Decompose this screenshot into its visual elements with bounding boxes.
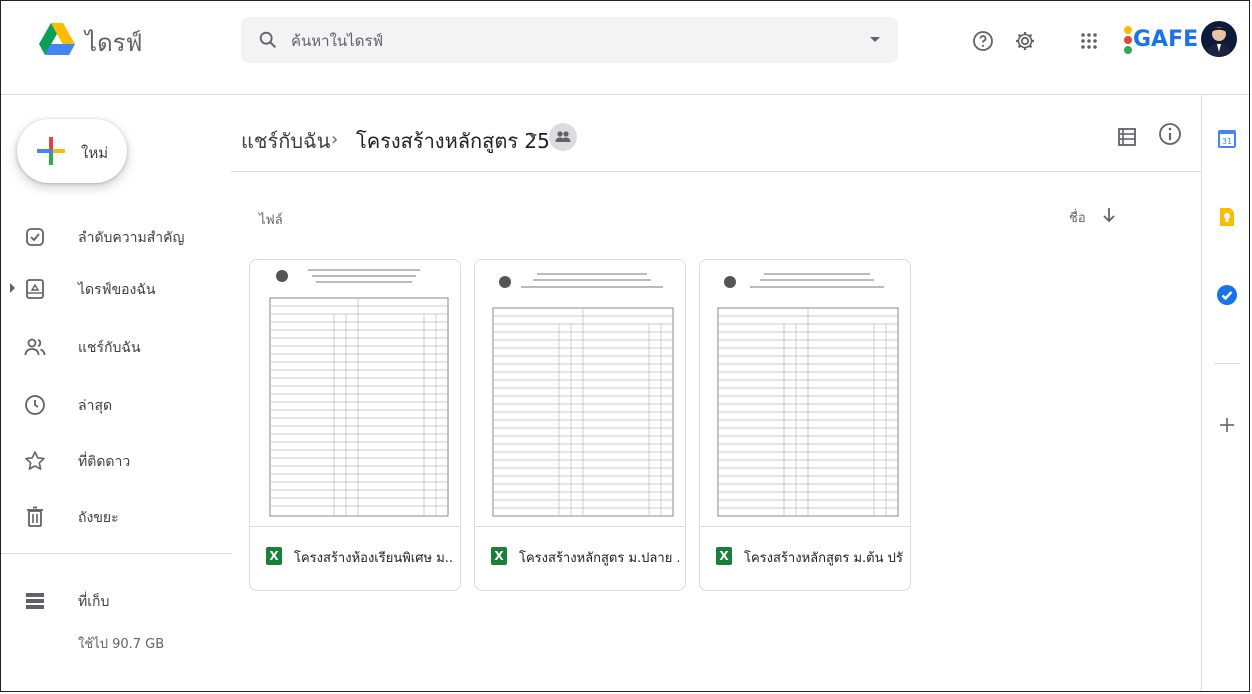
account-avatar[interactable]: [1201, 21, 1237, 57]
help-icon[interactable]: [971, 29, 995, 53]
file-thumbnail: [250, 260, 460, 526]
file-card-footer: X โครงสร้างหลักสูตร ม.ปลาย ...: [475, 526, 685, 590]
spreadsheet-preview-icon: [717, 273, 899, 517]
plus-icon: [37, 137, 65, 165]
info-icon[interactable]: [1157, 121, 1183, 147]
apps-grid-icon[interactable]: [1077, 29, 1101, 53]
search-options-icon[interactable]: [870, 37, 880, 42]
add-addon-plus-icon[interactable]: [1215, 413, 1239, 437]
sidebar-item-trash[interactable]: ถังขยะ: [1, 497, 231, 537]
sidebar-item-label: แชร์กับฉัน: [78, 340, 141, 356]
list-view-icon[interactable]: [1115, 125, 1139, 149]
shared-folder-badge[interactable]: [549, 123, 577, 151]
sidebar-item-recent[interactable]: ล่าสุด: [1, 385, 231, 425]
drive-window: ไดรฟ์ ค้นหาในไดรฟ์ GAFE ใหม่ ลำดับความสำ…: [0, 0, 1250, 692]
file-name[interactable]: โครงสร้างหลักสูตร ม.ปลาย ...: [519, 547, 679, 568]
shared-people-icon: [555, 131, 571, 142]
storage-stack-icon: [26, 593, 44, 609]
search-box[interactable]: ค้นหาในไดรฟ์: [241, 17, 898, 63]
new-button[interactable]: ใหม่: [17, 119, 127, 183]
rail-divider: [1214, 363, 1240, 364]
files-section-label: ไฟล์: [259, 213, 283, 228]
sort-by-name-button[interactable]: ชื่อ: [1069, 207, 1086, 228]
folder-menu-caret-icon[interactable]: [529, 134, 537, 139]
star-icon: [25, 451, 45, 470]
sidebar-item-priority[interactable]: ลำดับความสำคัญ: [1, 217, 231, 257]
storage-label: ที่เก็บ: [78, 594, 110, 610]
file-thumbnail: [700, 260, 910, 526]
search-input[interactable]: ค้นหาในไดรฟ์: [291, 29, 383, 53]
avatar-person-icon: [1207, 27, 1231, 57]
sheets-file-icon: X: [491, 547, 507, 565]
tasks-icon[interactable]: [1215, 283, 1239, 307]
priority-check-icon: [26, 228, 44, 246]
breadcrumb-root[interactable]: แชร์กับฉัน: [241, 125, 330, 157]
file-thumbnail: [475, 260, 685, 526]
gafe-logo-text: GAFE: [1133, 27, 1199, 52]
file-card[interactable]: X โครงสร้างห้องเรียนพิเศษ ม....: [249, 259, 461, 591]
sidebar-item-label: ไดรฟ์ของฉัน: [78, 282, 156, 298]
sidebar-item-label: ถังขยะ: [78, 510, 119, 526]
breadcrumb-current-folder[interactable]: โครงสร้างหลักสูตร 2563: [356, 125, 575, 157]
file-card[interactable]: X โครงสร้างหลักสูตร ม.ต้น ปรั...: [699, 259, 911, 591]
my-drive-icon: [26, 279, 44, 299]
svg-text:31: 31: [1222, 137, 1232, 146]
search-icon[interactable]: [257, 29, 279, 51]
sort-direction-arrow-icon[interactable]: [1099, 205, 1119, 225]
toolbar-divider: [231, 171, 1201, 172]
sidebar-item-label: ลำดับความสำคัญ: [78, 230, 185, 246]
file-card[interactable]: X โครงสร้างหลักสูตร ม.ปลาย ...: [474, 259, 686, 591]
drive-logo-icon[interactable]: [39, 23, 75, 55]
spreadsheet-preview-icon: [492, 273, 674, 517]
expand-arrow-icon[interactable]: [10, 283, 15, 293]
gafe-logo[interactable]: GAFE: [1117, 21, 1198, 61]
sidebar-item-storage[interactable]: ที่เก็บ: [1, 581, 231, 621]
side-panel-rail: 31: [1201, 95, 1249, 691]
trash-icon: [27, 506, 43, 527]
file-name[interactable]: โครงสร้างหลักสูตร ม.ต้น ปรั...: [744, 547, 904, 568]
sidebar-item-shared[interactable]: แชร์กับฉัน: [1, 327, 231, 367]
shared-people-icon: [24, 338, 46, 356]
file-card-footer: X โครงสร้างห้องเรียนพิเศษ ม....: [250, 526, 460, 590]
top-bar: ไดรฟ์ ค้นหาในไดรฟ์ GAFE: [1, 1, 1249, 95]
sidebar-item-my-drive[interactable]: ไดรฟ์ของฉัน: [1, 269, 231, 309]
sheets-file-icon: X: [716, 547, 732, 565]
spreadsheet-preview-icon: [269, 269, 449, 517]
clock-icon: [25, 395, 45, 415]
file-card-footer: X โครงสร้างหลักสูตร ม.ต้น ปรั...: [700, 526, 910, 590]
breadcrumb-separator: ›: [331, 129, 339, 150]
app-name[interactable]: ไดรฟ์: [85, 23, 143, 62]
sidebar-item-label: ล่าสุด: [78, 398, 113, 414]
sheets-file-icon: X: [266, 547, 282, 565]
sidebar-item-starred[interactable]: ที่ติดดาว: [1, 441, 231, 481]
keep-icon[interactable]: [1215, 205, 1239, 229]
sidebar-divider: [1, 553, 231, 554]
storage-used-text: ใช้ไป 90.7 GB: [78, 637, 165, 652]
calendar-icon[interactable]: 31: [1215, 127, 1239, 151]
file-name[interactable]: โครงสร้างห้องเรียนพิเศษ ม....: [294, 547, 454, 568]
settings-gear-icon[interactable]: [1013, 29, 1037, 53]
sidebar-item-label: ที่ติดดาว: [78, 454, 131, 470]
new-button-label: ใหม่: [81, 144, 109, 162]
